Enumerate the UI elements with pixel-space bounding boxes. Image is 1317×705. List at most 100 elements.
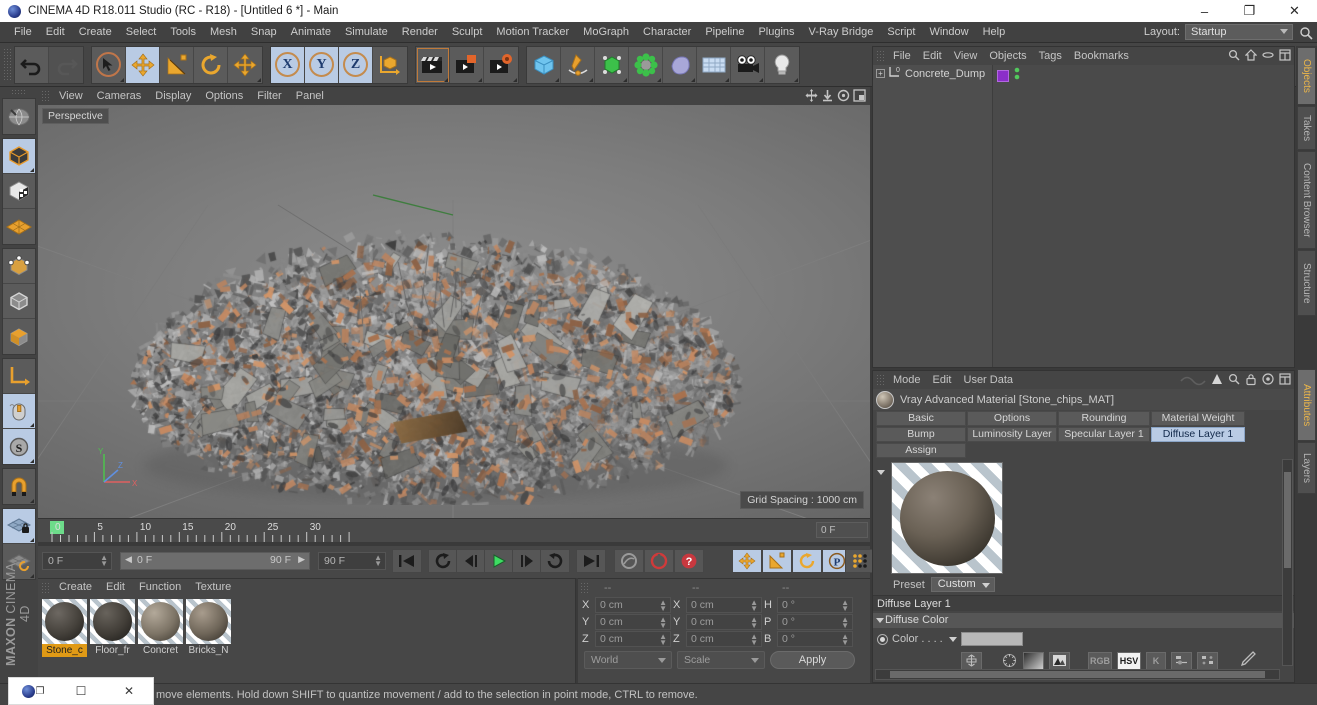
menu-item-motion-tracker[interactable]: Motion Tracker	[489, 22, 576, 43]
pan-icon[interactable]	[805, 89, 818, 105]
subsection-diffuse-color[interactable]: Diffuse Color	[873, 613, 1294, 628]
rgb-mode-button[interactable]: RGB	[1088, 651, 1112, 670]
material-item[interactable]: Bricks_N	[186, 599, 231, 657]
material-menu-function[interactable]: Function	[132, 579, 188, 596]
tab-options[interactable]: Options	[967, 411, 1057, 426]
go-to-start-button[interactable]	[392, 549, 422, 573]
prev-key-button[interactable]	[456, 549, 486, 573]
scale-tool-button[interactable]	[160, 46, 194, 83]
material-swatch[interactable]	[186, 599, 231, 644]
history-arrow-icon[interactable]	[1180, 372, 1206, 389]
add-generator-button[interactable]	[595, 46, 629, 83]
make-editable-button[interactable]	[3, 99, 35, 134]
viewport-menu-view[interactable]: View	[52, 87, 90, 105]
mouse-tool-button[interactable]	[3, 394, 35, 429]
home-icon[interactable]	[1244, 49, 1258, 64]
stepper-icon[interactable]: ▲ ▼	[659, 616, 667, 630]
play-button[interactable]	[484, 549, 514, 573]
color-radio-button[interactable]	[877, 633, 888, 645]
coord-field-pos-z[interactable]: 0 cm ▲ ▼	[595, 631, 671, 647]
search-icon[interactable]	[1228, 373, 1240, 388]
layout-dropdown[interactable]: Startup	[1185, 24, 1293, 40]
polygons-mode-button[interactable]	[3, 319, 35, 354]
material-item[interactable]: Stone_c	[42, 599, 87, 657]
dolly-icon[interactable]	[821, 89, 834, 105]
menu-item-script[interactable]: Script	[880, 22, 922, 43]
material-swatch[interactable]	[138, 599, 183, 644]
coord-field-rot-b[interactable]: 0 ° ▲ ▼	[777, 631, 853, 647]
timeline-current-frame[interactable]: 0 F	[816, 522, 868, 538]
attribute-vertical-scrollbar[interactable]	[1282, 459, 1293, 666]
menu-item-edit[interactable]: Edit	[39, 22, 72, 43]
viewport-3d[interactable]: Perspective Y X Z Grid Spacing : 1000 cm	[38, 105, 870, 518]
stepper-icon[interactable]: ▲ ▼	[841, 616, 849, 630]
menu-item-file[interactable]: File	[7, 22, 39, 43]
material-menu-create[interactable]: Create	[52, 579, 99, 596]
coord-field-pos-x[interactable]: 0 cm ▲ ▼	[595, 597, 671, 613]
coord-field-size-z[interactable]: 0 cm ▲ ▼	[686, 631, 762, 647]
material-menu-edit[interactable]: Edit	[99, 579, 132, 596]
redo-button[interactable]	[49, 46, 83, 83]
move-tool-alt-button[interactable]	[228, 46, 262, 83]
object-manager-grip[interactable]	[876, 50, 884, 62]
om-menu-tags[interactable]: Tags	[1033, 47, 1068, 65]
maximize-button[interactable]: ❐	[1227, 0, 1272, 22]
tab-specular-layer-1[interactable]: Specular Layer 1	[1058, 427, 1150, 442]
material-grip[interactable]	[41, 581, 49, 594]
keyframe-selection-button[interactable]: ?	[674, 549, 704, 573]
add-spline-button[interactable]	[561, 46, 595, 83]
hsv-mode-button[interactable]: HSV	[1117, 651, 1141, 670]
palette-grip[interactable]	[11, 89, 27, 95]
add-camera-button[interactable]	[731, 46, 765, 83]
attribute-grip[interactable]	[876, 374, 884, 386]
color-wheel-icon[interactable]	[1000, 652, 1018, 670]
object-row-concrete-dump[interactable]: + 0 Concrete_Dump	[873, 65, 992, 82]
menu-item-vray-bridge[interactable]: V-Ray Bridge	[802, 22, 881, 43]
chevron-down-icon[interactable]	[948, 636, 957, 642]
workplane-button[interactable]	[3, 209, 35, 244]
autokeying-button[interactable]	[644, 549, 674, 573]
key-pla-button[interactable]	[845, 549, 875, 573]
stepper-icon[interactable]: ▲ ▼	[841, 633, 849, 647]
axis-x-button[interactable]: X	[271, 46, 305, 83]
material-menu-texture[interactable]: Texture	[188, 579, 238, 596]
start-frame-field[interactable]: 0 F ▲ ▼	[42, 552, 112, 570]
collapse-triangle-icon[interactable]	[877, 470, 885, 475]
go-to-end-button[interactable]	[576, 549, 606, 573]
attribute-horizontal-scrollbar[interactable]	[875, 669, 1280, 680]
menu-item-mesh[interactable]: Mesh	[203, 22, 244, 43]
coord-field-rot-p[interactable]: 0 ° ▲ ▼	[777, 614, 853, 630]
menu-item-mograph[interactable]: MoGraph	[576, 22, 636, 43]
render-region-button[interactable]	[450, 46, 484, 83]
timeline-ruler[interactable]: 051015202530354045505560657075808590 0 F	[38, 518, 870, 542]
lock-workplane-button[interactable]	[3, 509, 35, 544]
add-light-button[interactable]	[765, 46, 799, 83]
stepper-icon[interactable]: ▲ ▼	[100, 554, 108, 568]
expand-toggle-icon[interactable]: +	[876, 69, 885, 78]
stepper-icon[interactable]: ▲ ▼	[841, 599, 849, 613]
menu-item-help[interactable]: Help	[976, 22, 1013, 43]
material-item[interactable]: Floor_fr	[90, 599, 135, 657]
menu-item-render[interactable]: Render	[395, 22, 445, 43]
tab-diffuse-layer-1[interactable]: Diffuse Layer 1	[1151, 427, 1245, 442]
om-menu-objects[interactable]: Objects	[983, 47, 1032, 65]
menu-item-character[interactable]: Character	[636, 22, 698, 43]
close-button[interactable]: ✕	[1272, 0, 1317, 22]
soft-selection-button[interactable]: S	[3, 429, 35, 464]
move-tool-button[interactable]	[126, 46, 160, 83]
menu-item-animate[interactable]: Animate	[284, 22, 338, 43]
menu-item-snap[interactable]: Snap	[244, 22, 284, 43]
axis-y-button[interactable]: Y	[305, 46, 339, 83]
render-view-button[interactable]	[416, 46, 450, 83]
vtab-content-browser[interactable]: Content Browser	[1297, 151, 1316, 249]
target-icon[interactable]	[1262, 373, 1274, 388]
points-mode-button[interactable]	[3, 249, 35, 284]
viewport-menu-display[interactable]: Display	[148, 87, 198, 105]
menu-item-tools[interactable]: Tools	[163, 22, 203, 43]
material-preview-large[interactable]	[891, 462, 1003, 574]
play-loop-forward-button[interactable]	[540, 549, 570, 573]
add-scene-button[interactable]	[663, 46, 697, 83]
magnet-snap-button[interactable]	[3, 469, 35, 504]
color-spectrum-icon[interactable]	[1049, 651, 1070, 670]
stepper-icon[interactable]: ▲ ▼	[750, 599, 758, 613]
